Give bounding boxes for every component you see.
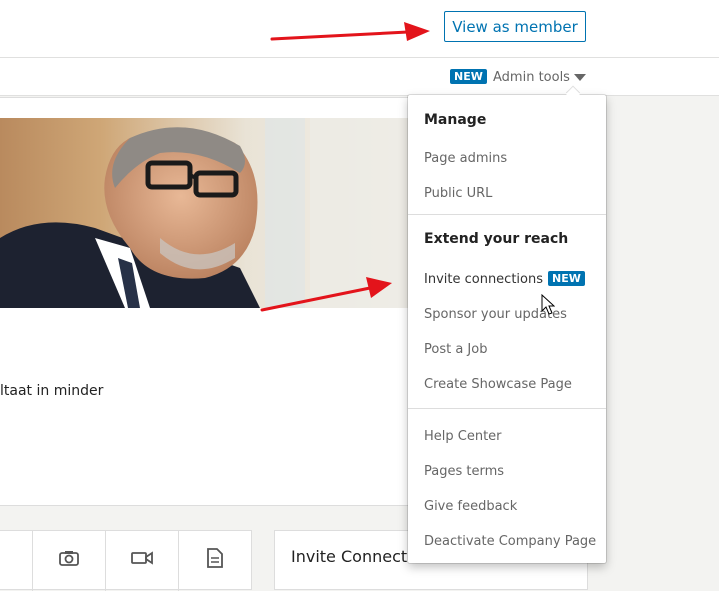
new-badge: NEW [548,271,585,286]
menu-divider [408,214,606,215]
video-icon [130,551,153,565]
public-url-link[interactable]: Public URL [424,186,492,201]
camera-icon [58,551,79,566]
menu-divider [408,408,606,409]
about-text: ltaat in minder [0,383,104,399]
pages-terms-link[interactable]: Pages terms [424,464,504,479]
annotation-arrow-icon [260,277,392,312]
extend-reach-heading: Extend your reach [424,231,569,247]
view-as-member-button[interactable]: View as member [444,11,586,42]
invite-connections-link[interactable]: Invite connections [424,272,543,287]
deactivate-page-link[interactable]: Deactivate Company Page [424,534,596,549]
admin-tools-menu: Manage Page admins Public URL Extend you… [408,86,606,563]
mouse-cursor-icon [541,294,555,315]
page-admins-link[interactable]: Page admins [424,151,507,166]
annotation-arrow-icon [270,22,430,41]
caret-down-icon[interactable] [574,74,586,81]
help-center-link[interactable]: Help Center [424,429,502,444]
share-box [0,530,252,591]
post-job-link[interactable]: Post a Job [424,342,487,357]
create-showcase-link[interactable]: Create Showcase Page [424,377,572,392]
share-photo-button[interactable] [32,531,104,591]
admin-bar: NEW Admin tools [0,58,719,96]
give-feedback-link[interactable]: Give feedback [424,499,517,514]
document-icon [206,548,223,568]
new-badge: NEW [450,69,487,84]
share-video-button[interactable] [105,531,177,591]
share-document-button[interactable] [178,531,250,591]
admin-tools-button[interactable]: Admin tools [493,70,570,85]
manage-heading: Manage [424,112,487,128]
